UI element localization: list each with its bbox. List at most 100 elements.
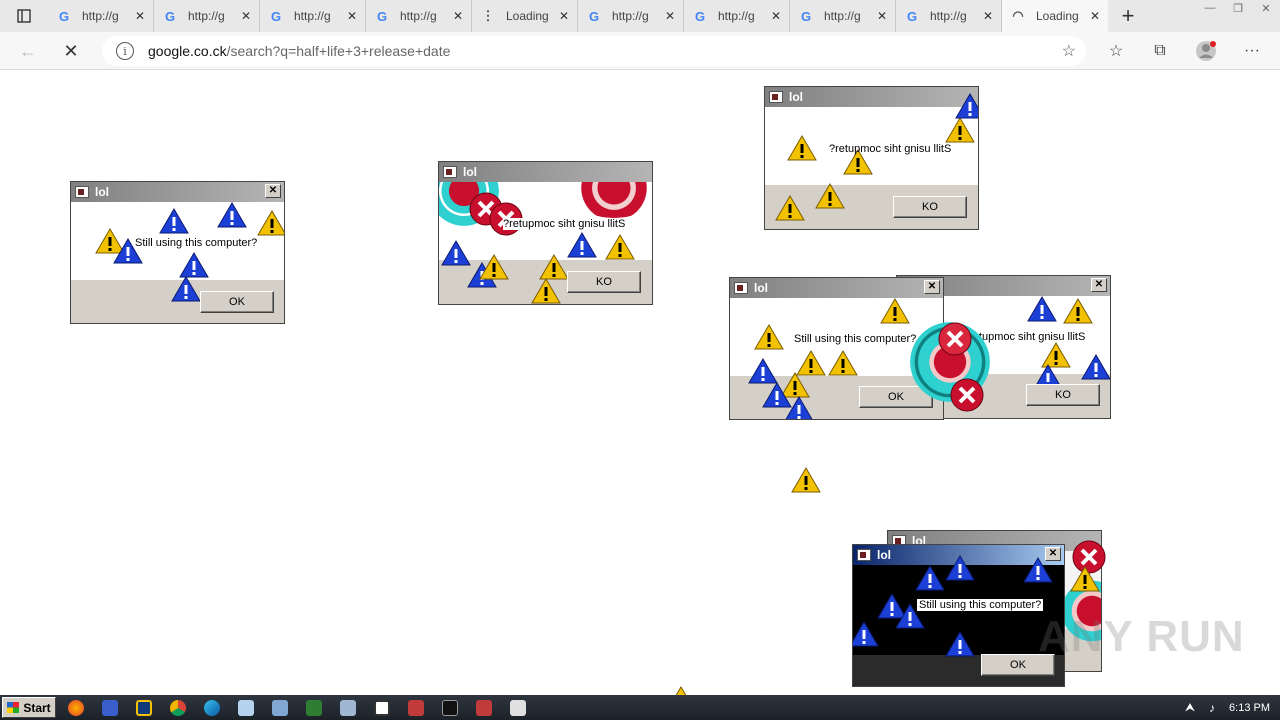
google-favicon: G	[376, 8, 388, 24]
close-tab-icon[interactable]: ✕	[981, 9, 995, 23]
new-tab-button[interactable]: +	[1108, 0, 1148, 32]
add-favorite-icon[interactable]: ☆	[1062, 41, 1076, 61]
app-icon[interactable]	[470, 697, 498, 719]
restore-icon[interactable]: ❐	[1224, 0, 1252, 16]
taskbar: Start ⮝ ♪ 6:13 PM	[0, 695, 1280, 720]
ko-button[interactable]: KO	[567, 271, 641, 293]
browser-tab[interactable]: Ghttp://g ✕	[790, 0, 896, 32]
warning-icon	[567, 232, 597, 258]
tab-title: http://g	[612, 9, 649, 23]
window-icon	[443, 166, 457, 178]
google-favicon: G	[58, 8, 70, 24]
chrome-icon[interactable]	[164, 697, 192, 719]
dialog-close-button[interactable]: ✕	[1091, 278, 1107, 292]
tab-actions-button[interactable]	[0, 0, 48, 32]
window-icon	[734, 282, 748, 294]
browser-tab[interactable]: Ghttp://g ✕	[260, 0, 366, 32]
close-tab-icon[interactable]: ✕	[875, 9, 889, 23]
favorites-icon[interactable]: ☆	[1104, 40, 1128, 62]
edge-icon[interactable]	[198, 697, 226, 719]
browser-tab[interactable]: Ghttp://g ✕	[48, 0, 154, 32]
google-favicon: G	[588, 8, 600, 24]
terminal-icon[interactable]	[300, 697, 328, 719]
warning-icon	[754, 324, 784, 350]
loading-dots-icon: ⋮	[481, 8, 495, 23]
browser-tab[interactable]: Ghttp://g ✕	[154, 0, 260, 32]
close-tab-icon[interactable]: ✕	[663, 9, 677, 23]
warning-icon	[796, 350, 826, 376]
computer-icon[interactable]	[266, 697, 294, 719]
google-favicon: G	[800, 8, 812, 24]
calculator-icon[interactable]	[334, 697, 362, 719]
close-tab-icon[interactable]: ✕	[557, 9, 571, 23]
spinner-icon: ◠	[1012, 8, 1024, 23]
address-bar[interactable]: i google.co.ck/search?q=half+life+3+rele…	[102, 36, 1086, 66]
tray-arrow-icon[interactable]: ⮝	[1185, 700, 1195, 715]
cmd-icon[interactable]	[436, 697, 464, 719]
stop-button[interactable]: ✕	[57, 38, 85, 64]
tab-title: Loading	[506, 9, 549, 23]
profile-avatar[interactable]	[1194, 40, 1218, 62]
media-icon[interactable]	[96, 697, 124, 719]
dialog-title: lol	[789, 90, 803, 104]
ok-button[interactable]: OK	[200, 291, 274, 313]
tab-title: http://g	[824, 9, 861, 23]
close-tab-icon[interactable]: ✕	[345, 9, 359, 23]
ko-button[interactable]: KO	[893, 196, 967, 218]
browser-tab[interactable]: Ghttp://g ✕	[578, 0, 684, 32]
collections-icon[interactable]: ⧉	[1148, 40, 1172, 62]
browser-tab[interactable]: ⋮ Loading ✕	[472, 0, 578, 32]
warning-icon	[880, 298, 910, 324]
browser-tab[interactable]: Ghttp://g ✕	[366, 0, 472, 32]
warning-icon	[1070, 566, 1100, 592]
close-tab-icon[interactable]: ✕	[239, 9, 253, 23]
close-tab-icon[interactable]: ✕	[133, 9, 147, 23]
start-label: Start	[23, 700, 51, 715]
clock[interactable]: 6:13 PM	[1229, 702, 1270, 714]
google-favicon: G	[164, 8, 176, 24]
warning-icon	[915, 565, 945, 591]
ko-button[interactable]: KO	[1026, 384, 1100, 406]
start-button[interactable]: Start	[2, 697, 56, 718]
app-icon[interactable]	[402, 697, 430, 719]
more-menu-icon[interactable]: ···	[1240, 40, 1264, 62]
warning-icon	[828, 350, 858, 376]
browser-tab[interactable]: Ghttp://g ✕	[896, 0, 1002, 32]
warning-icon	[955, 93, 978, 119]
browser-tab-active[interactable]: ◠ Loading ✕	[1002, 0, 1108, 32]
window-controls: — ❐ ✕	[1196, 0, 1280, 18]
dialog-titlebar[interactable]: lol	[439, 162, 652, 182]
dialog-titlebar[interactable]: lol	[765, 87, 978, 107]
system-tray: ⮝ ♪ 6:13 PM	[1100, 695, 1280, 720]
firefox-icon[interactable]	[62, 697, 90, 719]
warning-icon	[605, 234, 635, 260]
notepad-icon[interactable]	[232, 697, 260, 719]
warning-icon	[775, 195, 805, 221]
close-tab-icon[interactable]: ✕	[451, 9, 465, 23]
warning-icon	[1081, 354, 1110, 380]
close-tab-icon[interactable]: ✕	[1088, 9, 1102, 23]
app-icon[interactable]	[504, 697, 532, 719]
dialog-close-button[interactable]: ✕	[924, 280, 940, 294]
browser-tab[interactable]: Ghttp://g ✕	[684, 0, 790, 32]
window-icon[interactable]	[368, 697, 396, 719]
close-window-icon[interactable]: ✕	[1252, 0, 1280, 16]
dialog-message: Still using this computer?	[794, 333, 917, 345]
volume-icon[interactable]: ♪	[1209, 701, 1215, 715]
dialog-titlebar[interactable]: lol ✕	[71, 182, 284, 202]
info-icon[interactable]: i	[116, 42, 134, 60]
plus-icon: +	[1121, 3, 1135, 28]
dialog-close-button[interactable]: ✕	[265, 184, 281, 198]
close-tab-icon[interactable]: ✕	[769, 9, 783, 23]
dialog-message: ?retupmoc siht gnisu llitS	[503, 218, 626, 230]
tab-title: http://g	[188, 9, 225, 23]
tab-title: http://g	[930, 9, 967, 23]
watermark: ANY RUN	[1038, 612, 1245, 661]
tab-title: http://g	[718, 9, 755, 23]
back-button[interactable]: ←	[14, 38, 42, 64]
player-icon[interactable]	[130, 697, 158, 719]
dialog-message: Still using this computer?	[917, 599, 1044, 611]
minimize-icon[interactable]: —	[1196, 0, 1224, 16]
dialog-title: lol	[877, 548, 891, 562]
dialog-titlebar[interactable]: lol ✕	[730, 278, 943, 298]
